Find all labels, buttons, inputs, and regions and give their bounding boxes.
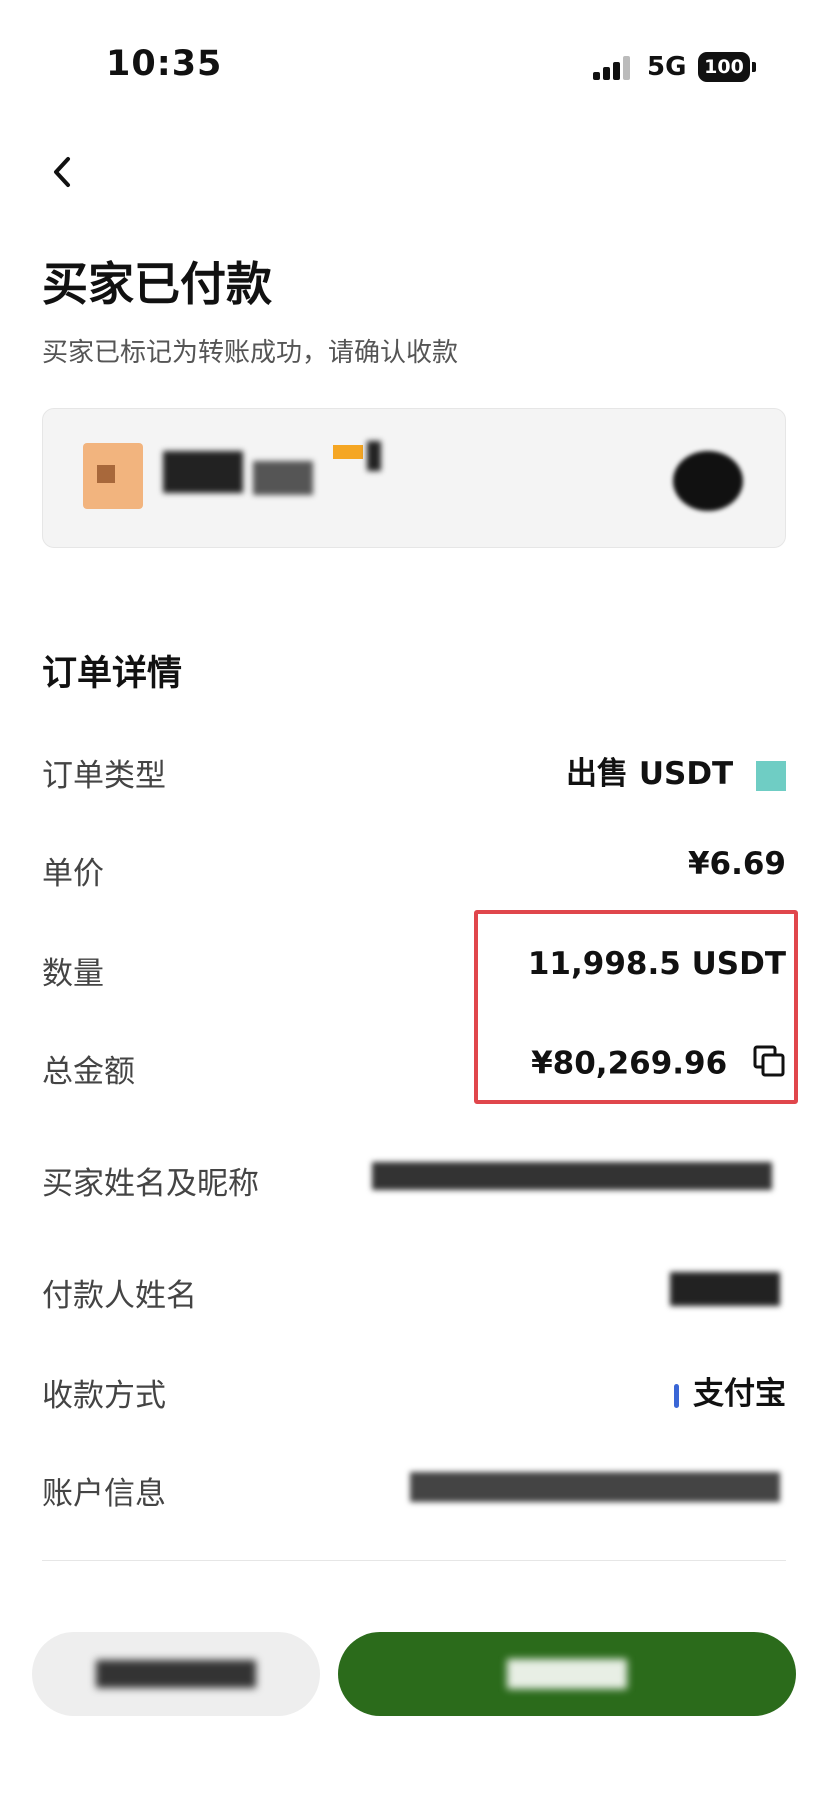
row-value: 出售 USDT <box>566 748 786 793</box>
row-label: 总金额 <box>42 1054 135 1090</box>
chevron-left-icon <box>54 157 70 187</box>
status-time: 10:35 <box>106 44 223 84</box>
section-title: 订单详情 <box>42 654 183 694</box>
counterparty-card[interactable] <box>42 408 786 548</box>
redacted-label <box>96 1660 256 1688</box>
redacted-tag <box>367 441 381 471</box>
row-label: 付款人姓名 <box>42 1278 197 1314</box>
row-label: 账户信息 <box>42 1476 166 1512</box>
row-payer-name: 付款人姓名 <box>42 1262 786 1314</box>
chat-icon[interactable] <box>673 451 743 511</box>
payment-method-value: 支付宝 <box>693 1376 786 1412</box>
row-label: 订单类型 <box>42 758 166 794</box>
confirm-receipt-button[interactable] <box>338 1632 796 1716</box>
redacted-label <box>507 1659 627 1689</box>
divider <box>42 1560 786 1561</box>
badge-icon <box>333 445 363 459</box>
row-label: 数量 <box>42 956 104 992</box>
row-value: 支付宝 <box>674 1368 786 1413</box>
back-button[interactable] <box>42 150 82 194</box>
row-label: 买家姓名及昵称 <box>42 1166 259 1202</box>
status-bar: 10:35 5G 100 <box>0 0 828 130</box>
redacted-buyer-name <box>372 1162 772 1190</box>
redacted-name <box>163 451 243 493</box>
avatar <box>83 443 143 509</box>
row-buyer-name: 买家姓名及昵称 <box>42 1150 786 1202</box>
alipay-icon <box>674 1383 679 1408</box>
battery-icon: 100 <box>698 52 750 82</box>
redacted-name-2 <box>253 461 313 495</box>
page-title: 买家已付款 <box>42 257 272 311</box>
row-label: 收款方式 <box>42 1378 166 1414</box>
redacted-payer-name <box>670 1272 780 1306</box>
secondary-action-button[interactable] <box>32 1632 320 1716</box>
network-type: 5G <box>647 52 687 82</box>
row-label: 单价 <box>42 856 104 892</box>
battery-tip <box>752 62 756 72</box>
row-order-type: 订单类型 出售 USDT <box>42 742 786 794</box>
row-unit-price: 单价 ¥6.69 <box>42 840 786 892</box>
signal-icon <box>593 56 633 80</box>
highlight-annotation <box>474 910 798 1104</box>
order-type-value: 出售 USDT <box>566 756 734 792</box>
page-subtitle: 买家已标记为转账成功，请确认收款 <box>42 338 459 368</box>
usdt-icon <box>756 760 786 791</box>
row-value: ¥6.69 <box>687 846 786 882</box>
row-account-info: 账户信息 <box>42 1460 786 1512</box>
row-payment-method: 收款方式 支付宝 <box>42 1362 786 1414</box>
redacted-account-info <box>410 1472 780 1502</box>
